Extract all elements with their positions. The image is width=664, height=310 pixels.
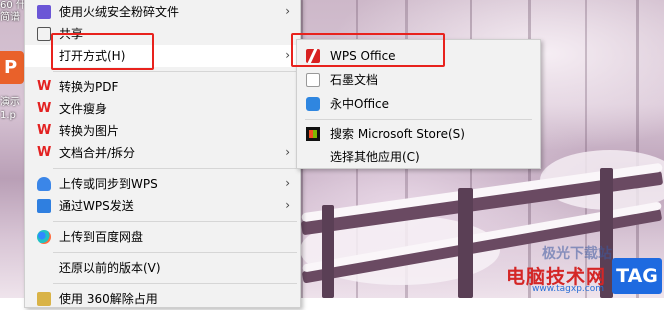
menu-item-shred[interactable]: 使用火绒安全粉碎文件 › bbox=[25, 1, 300, 23]
watermark-url: www.tagxp.com bbox=[532, 284, 604, 294]
360-icon bbox=[37, 292, 51, 306]
highlight-frame-wps-office bbox=[291, 33, 445, 67]
menu-item-label: 上传或同步到WPS bbox=[59, 177, 158, 191]
ppt-file-icon[interactable]: P bbox=[0, 51, 24, 84]
submenu-item-ms-store[interactable]: 搜索 Microsoft Store(S) bbox=[297, 123, 540, 145]
yozo-office-icon bbox=[306, 97, 320, 111]
menu-item-label: 文档合并/拆分 bbox=[59, 146, 136, 160]
wps-icon: W bbox=[37, 145, 52, 160]
menu-item-label: 转换为图片 bbox=[59, 124, 120, 138]
menu-divider bbox=[53, 252, 297, 253]
desktop-text: 简谱 bbox=[0, 12, 20, 23]
menu-item-upload-wps[interactable]: 上传或同步到WPS › bbox=[25, 173, 300, 195]
menu-item-restore-version[interactable]: 还原以前的版本(V) bbox=[25, 257, 300, 279]
submenu-item-label: 选择其他应用(C) bbox=[330, 150, 420, 164]
chevron-right-icon: › bbox=[285, 145, 290, 159]
menu-item-label: 转换为PDF bbox=[59, 80, 119, 94]
watermark-faint-text: 极光下载站 bbox=[542, 246, 612, 262]
menu-item-file-slim[interactable]: W 文件瘦身 bbox=[25, 98, 300, 120]
menu-item-label: 使用 360解除占用 bbox=[59, 292, 158, 306]
submenu-item-choose-other[interactable]: 选择其他应用(C) bbox=[297, 146, 540, 168]
menu-item-360-unlock[interactable]: 使用 360解除占用 bbox=[25, 288, 300, 310]
menu-item-merge-split[interactable]: W 文档合并/拆分 › bbox=[25, 142, 300, 164]
menu-item-label: 使用火绒安全粉碎文件 bbox=[59, 5, 180, 19]
baidu-netdisk-icon bbox=[37, 230, 51, 244]
send-icon bbox=[37, 199, 51, 213]
menu-divider bbox=[53, 71, 297, 72]
menu-divider bbox=[53, 221, 297, 222]
menu-item-send-wps[interactable]: 通过WPS发送 › bbox=[25, 195, 300, 217]
microsoft-store-icon bbox=[306, 127, 320, 141]
cloud-upload-icon bbox=[37, 177, 51, 191]
menu-divider bbox=[53, 168, 297, 169]
watermark-tag-logo: TAG bbox=[612, 258, 662, 294]
menu-item-convert-image[interactable]: W 转换为图片 bbox=[25, 120, 300, 142]
wps-icon: W bbox=[37, 123, 52, 138]
chevron-right-icon: › bbox=[285, 4, 290, 18]
wps-icon: W bbox=[37, 101, 52, 116]
file-name: 1.p bbox=[0, 110, 16, 121]
file-name: 演示 bbox=[0, 97, 20, 108]
menu-item-label: 上传到百度网盘 bbox=[59, 230, 144, 244]
ppt-letter: P bbox=[4, 57, 18, 78]
menu-item-label: 通过WPS发送 bbox=[59, 199, 134, 213]
menu-item-label: 还原以前的版本(V) bbox=[59, 261, 161, 275]
submenu-item-yozo[interactable]: 永中Office bbox=[297, 93, 540, 115]
highlight-frame-open-with bbox=[51, 33, 154, 70]
file-shredder-icon bbox=[37, 5, 51, 19]
desktop-text: 60 什 bbox=[0, 0, 26, 11]
menu-item-label: 文件瘦身 bbox=[59, 102, 108, 116]
submenu-item-label: 永中Office bbox=[330, 97, 390, 111]
shimo-docs-icon bbox=[306, 73, 320, 87]
submenu-item-shimo[interactable]: 石墨文档 bbox=[297, 69, 540, 91]
submenu-divider bbox=[305, 119, 532, 120]
menu-divider bbox=[53, 283, 297, 284]
submenu-item-label: 搜索 Microsoft Store(S) bbox=[330, 127, 465, 141]
wps-icon: W bbox=[37, 79, 52, 94]
chevron-right-icon: › bbox=[285, 176, 290, 190]
chevron-right-icon: › bbox=[285, 48, 290, 62]
submenu-item-label: 石墨文档 bbox=[330, 73, 379, 87]
menu-item-convert-pdf[interactable]: W 转换为PDF bbox=[25, 76, 300, 98]
share-icon bbox=[37, 27, 51, 41]
chevron-right-icon: › bbox=[285, 198, 290, 212]
desktop-icons-strip: 60 什 简谱 P 演示 1.p bbox=[0, 0, 26, 298]
menu-item-baidu-upload[interactable]: 上传到百度网盘 bbox=[25, 226, 300, 248]
